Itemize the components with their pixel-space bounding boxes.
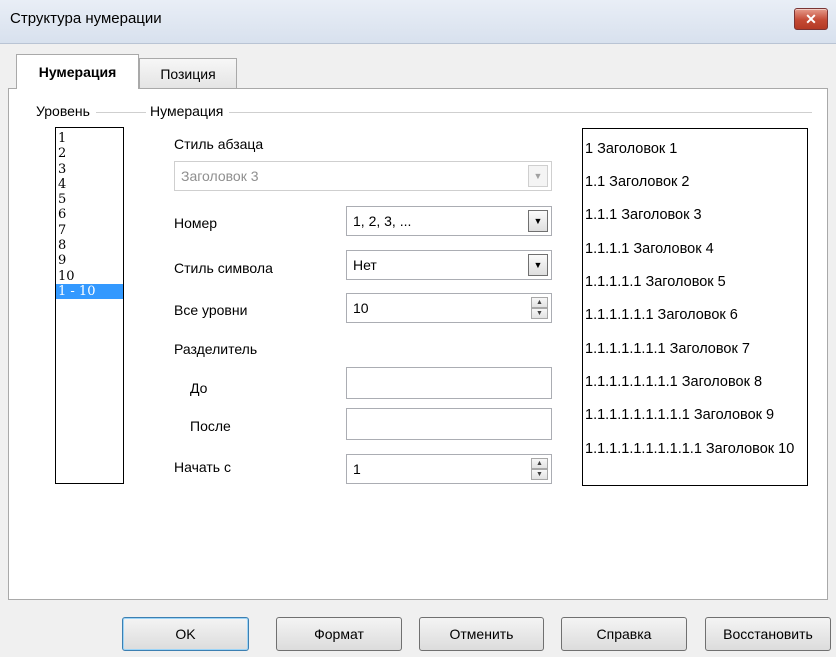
close-icon: ✕ xyxy=(805,10,817,27)
chevron-down-icon: ▼ xyxy=(528,254,548,276)
level-item[interactable]: 1 xyxy=(56,131,123,146)
paragraph-style-select[interactable]: Заголовок 3 ▼ xyxy=(174,161,552,191)
format-button-label: Формат xyxy=(314,626,364,642)
chevron-down-icon: ▼ xyxy=(528,210,548,232)
start-at-value: 1 xyxy=(353,461,361,477)
number-select[interactable]: 1, 2, 3, ... ▼ xyxy=(346,206,552,236)
tab-position-label: Позиция xyxy=(160,65,216,82)
char-style-value: Нет xyxy=(353,257,377,273)
level-item[interactable]: 4 xyxy=(56,177,123,192)
format-button[interactable]: Формат xyxy=(276,617,402,651)
before-input[interactable] xyxy=(346,367,552,399)
spin-arrows-icon[interactable]: ▲ ▼ xyxy=(531,297,548,319)
help-button[interactable]: Справка xyxy=(561,617,687,651)
after-label: После xyxy=(190,418,231,434)
tab-numbering-label: Нумерация xyxy=(38,64,117,80)
chevron-down-icon: ▼ xyxy=(528,165,548,187)
ok-button[interactable]: OK xyxy=(122,617,249,651)
spin-arrows-icon[interactable]: ▲ ▼ xyxy=(531,458,548,480)
level-item[interactable]: 6 xyxy=(56,207,123,222)
reset-button[interactable]: Восстановить xyxy=(705,617,831,651)
dialog-body: Нумерация Позиция Уровень 1 2 3 4 5 6 7 … xyxy=(0,44,836,657)
level-item[interactable]: 7 xyxy=(56,223,123,238)
preview-line: 1.1.1.1.1.1.1.1 Заголовок 8 xyxy=(585,374,763,390)
numbering-preview: 1 Заголовок 1 1.1 Заголовок 2 1.1.1 Заго… xyxy=(582,128,808,486)
paragraph-style-value: Заголовок 3 xyxy=(181,168,259,184)
preview-line: 1.1.1.1.1 Заголовок 5 xyxy=(585,274,726,290)
level-item[interactable]: 9 xyxy=(56,253,123,268)
help-button-label: Справка xyxy=(596,626,652,642)
before-label: До xyxy=(190,380,208,396)
char-style-select[interactable]: Нет ▼ xyxy=(346,250,552,280)
level-item-selected[interactable]: 1 - 10 xyxy=(56,283,123,300)
start-at-stepper[interactable]: 1 ▲ ▼ xyxy=(346,454,552,484)
after-input[interactable] xyxy=(346,408,552,440)
level-item[interactable]: 2 xyxy=(56,146,123,161)
numbering-group-line xyxy=(150,112,812,113)
cancel-button[interactable]: Отменить xyxy=(419,617,544,651)
preview-line: 1.1.1 Заголовок 3 xyxy=(585,207,702,223)
all-levels-value: 10 xyxy=(353,300,369,316)
title-bar: Структура нумерации ✕ xyxy=(0,0,836,44)
start-at-label: Начать с xyxy=(174,459,231,475)
separator-label: Разделитель xyxy=(174,341,258,357)
char-style-label: Стиль символа xyxy=(174,260,273,276)
level-list[interactable]: 1 2 3 4 5 6 7 8 9 10 1 - 10 xyxy=(55,127,124,484)
all-levels-stepper[interactable]: 10 ▲ ▼ xyxy=(346,293,552,323)
all-levels-label: Все уровни xyxy=(174,302,248,318)
preview-line: 1.1.1.1.1.1.1 Заголовок 7 xyxy=(585,341,750,357)
ok-button-label: OK xyxy=(175,626,196,642)
window-title: Структура нумерации xyxy=(10,10,162,27)
close-button[interactable]: ✕ xyxy=(794,8,828,30)
level-group-label: Уровень xyxy=(36,103,96,119)
level-item[interactable]: 8 xyxy=(56,238,123,253)
paragraph-style-label: Стиль абзаца xyxy=(174,136,264,152)
preview-line: 1.1.1.1.1.1 Заголовок 6 xyxy=(585,307,738,323)
cancel-button-label: Отменить xyxy=(449,626,514,642)
preview-line: 1.1.1.1.1.1.1.1.1.1 Заголовок 10 xyxy=(585,441,795,457)
preview-line: 1.1.1.1 Заголовок 4 xyxy=(585,241,714,257)
number-label: Номер xyxy=(174,215,218,231)
level-item[interactable]: 5 xyxy=(56,192,123,207)
tab-position[interactable]: Позиция xyxy=(139,58,237,88)
preview-line: 1 Заголовок 1 xyxy=(585,141,678,157)
level-item[interactable]: 3 xyxy=(56,162,123,177)
number-value: 1, 2, 3, ... xyxy=(353,213,412,229)
tab-numbering[interactable]: Нумерация xyxy=(16,54,139,89)
preview-line: 1.1 Заголовок 2 xyxy=(585,174,690,190)
reset-button-label: Восстановить xyxy=(723,626,813,642)
level-item[interactable]: 10 xyxy=(56,269,123,284)
preview-line: 1.1.1.1.1.1.1.1.1 Заголовок 9 xyxy=(585,407,775,423)
numbering-group-label: Нумерация xyxy=(150,103,230,119)
